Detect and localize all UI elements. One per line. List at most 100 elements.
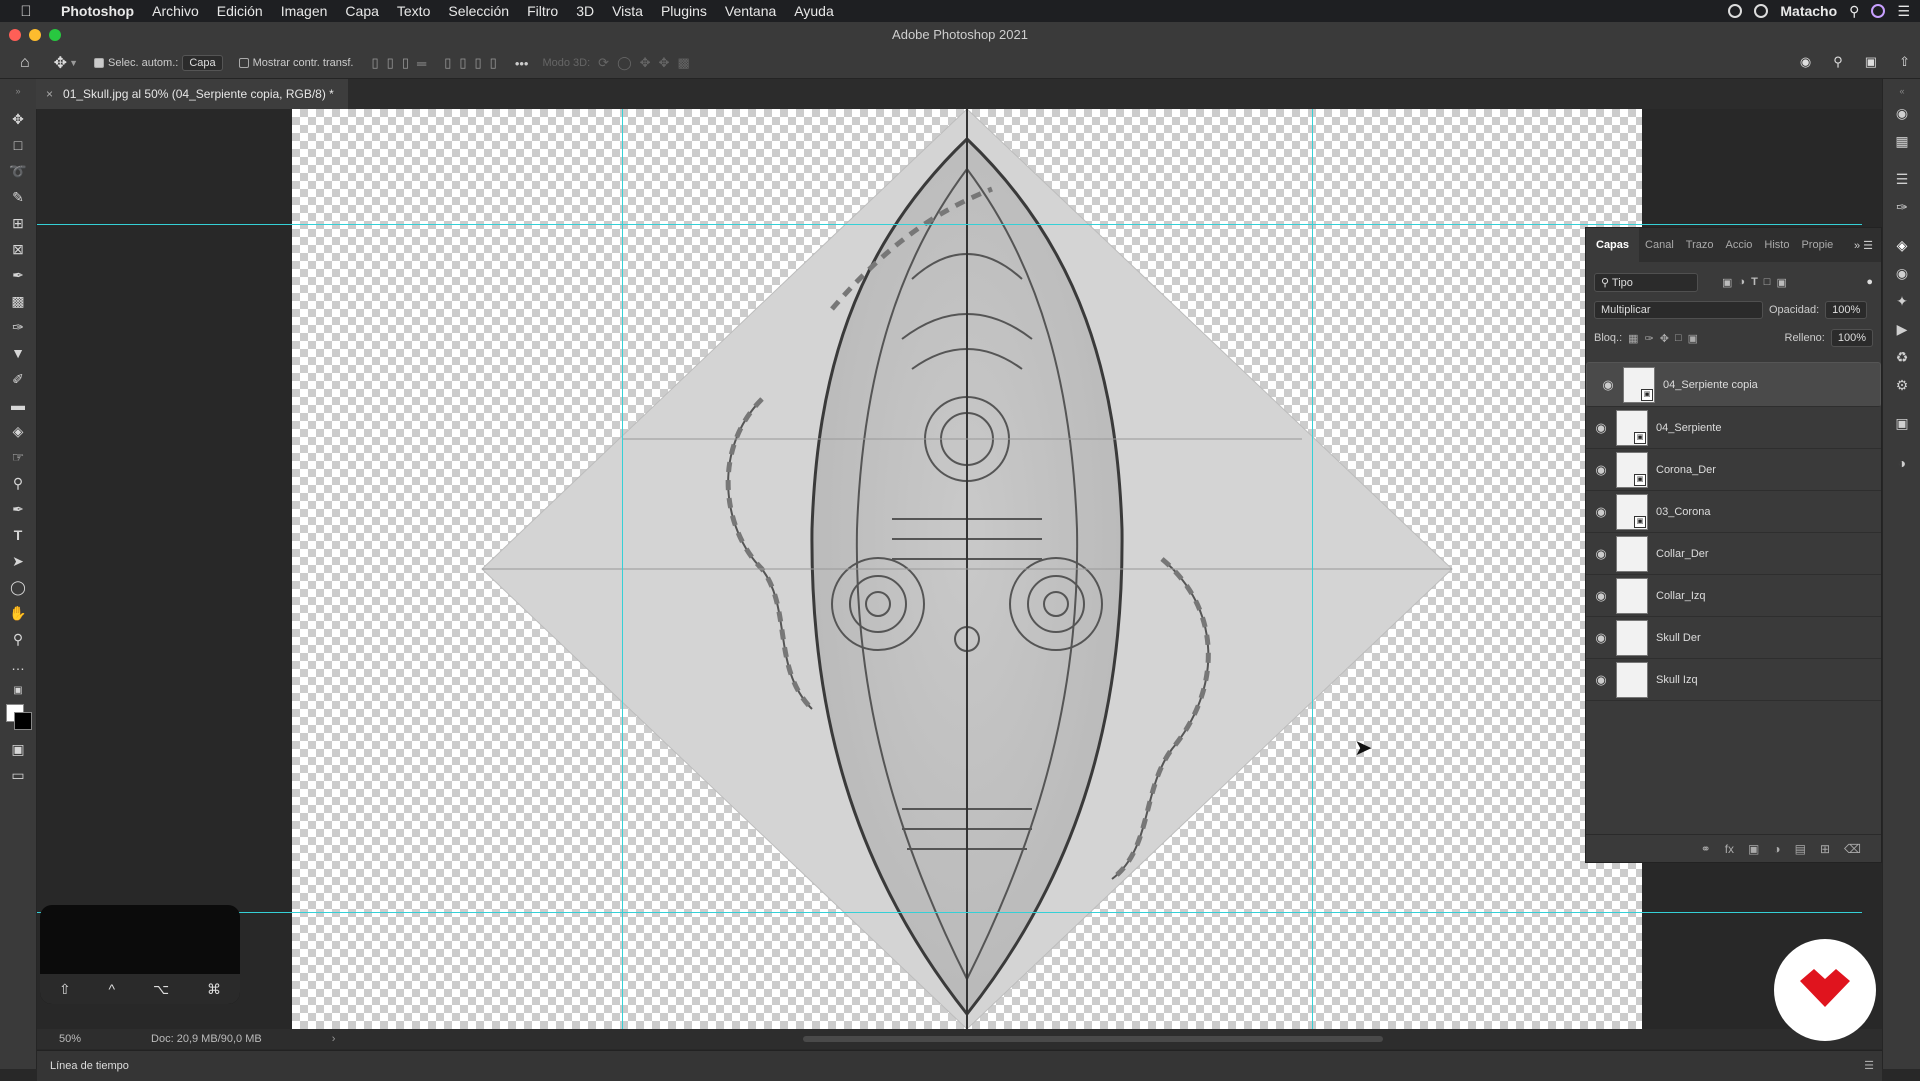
visibility-eye-icon[interactable]: ◉ — [1586, 630, 1616, 646]
learn-panel-icon[interactable]: ◑ — [1892, 453, 1912, 473]
layer-row[interactable]: ◉ Skull Izq — [1586, 659, 1881, 701]
tab-historia[interactable]: Histo — [1758, 239, 1795, 251]
align-top-icon[interactable]: ▯ — [444, 55, 451, 71]
status-menu-chevron-icon[interactable]: › — [332, 1033, 336, 1045]
lock-transparency-icon[interactable]: ▦ — [1628, 332, 1638, 345]
creative-cloud-icon[interactable] — [1754, 4, 1769, 18]
menu-filtro[interactable]: Filtro — [518, 3, 567, 19]
zoom-level[interactable]: 50% — [59, 1033, 81, 1045]
siri-icon[interactable] — [1871, 4, 1886, 18]
lock-position-icon[interactable]: ✥ — [1660, 332, 1669, 345]
lasso-tool-icon[interactable]: ➰ — [8, 161, 28, 181]
horizontal-guide[interactable] — [37, 224, 1862, 225]
show-transform-checkbox[interactable] — [238, 58, 249, 68]
more-tools-icon[interactable]: … — [8, 655, 28, 675]
visibility-eye-icon[interactable]: ◉ — [1586, 420, 1616, 436]
visibility-eye-icon[interactable]: ◉ — [1593, 377, 1623, 393]
quick-mask-icon[interactable]: ▣ — [8, 739, 28, 759]
align-right-icon[interactable]: ▯ — [402, 55, 409, 71]
path-selection-tool-icon[interactable]: ➤ — [8, 551, 28, 571]
filter-type-icon[interactable]: T — [1751, 276, 1758, 288]
smudge-tool-icon[interactable]: ☞ — [8, 447, 28, 467]
dodge-tool-icon[interactable]: ⚲ — [8, 473, 28, 493]
lock-image-icon[interactable]: ✑ — [1645, 332, 1654, 345]
lock-artboard-icon[interactable]: □ — [1675, 332, 1682, 344]
delete-layer-icon[interactable]: ⌫ — [1844, 842, 1861, 856]
new-layer-icon[interactable]: ⊞ — [1820, 842, 1830, 856]
search-icon[interactable]: ⚲ — [1833, 54, 1843, 70]
apple-icon[interactable]:  — [0, 3, 52, 20]
zoom-tool-icon[interactable]: ⚲ — [8, 629, 28, 649]
libraries-panel-icon[interactable]: ▣ — [1892, 413, 1912, 433]
visibility-eye-icon[interactable]: ◉ — [1586, 588, 1616, 604]
adjustments-panel-icon[interactable]: ☰ — [1892, 169, 1912, 189]
collapse-panel-icon[interactable]: » — [8, 81, 28, 101]
swatches-panel-icon[interactable]: ▦ — [1892, 131, 1912, 151]
hand-tool-icon[interactable]: ✋ — [8, 603, 28, 623]
paths-panel-icon[interactable]: ✦ — [1892, 291, 1912, 311]
spotlight-search-icon[interactable]: ⚲ — [1849, 3, 1859, 20]
share-people-icon[interactable]: ◉ — [1800, 54, 1811, 70]
crop-tool-icon[interactable]: ⊞ — [8, 213, 28, 233]
menu-archivo[interactable]: Archivo — [143, 3, 208, 19]
link-layers-icon[interactable]: ⚭ — [1701, 842, 1711, 856]
distribute-vertical-icon[interactable]: ▯ — [490, 55, 497, 71]
color-panel-icon[interactable]: ◉ — [1892, 103, 1912, 123]
visibility-eye-icon[interactable]: ◉ — [1586, 462, 1616, 478]
menu-3d[interactable]: 3D — [567, 3, 603, 19]
channels-panel-icon[interactable]: ◉ — [1892, 263, 1912, 283]
horizontal-scrollbar[interactable] — [803, 1036, 1383, 1042]
record-icon[interactable] — [1728, 4, 1743, 18]
tool-preset-chevron-icon[interactable]: ▼ — [69, 58, 78, 68]
type-tool-icon[interactable]: T — [8, 525, 28, 545]
visibility-eye-icon[interactable]: ◉ — [1586, 546, 1616, 562]
background-color-swatch[interactable] — [14, 712, 32, 730]
brush-tool-icon[interactable]: ✑ — [8, 317, 28, 337]
history-panel-icon[interactable]: ♻ — [1892, 347, 1912, 367]
layer-row[interactable]: ◉ Skull Der — [1586, 617, 1881, 659]
filter-adjustment-icon[interactable]: ◑ — [1738, 276, 1745, 288]
document-canvas[interactable] — [292, 109, 1642, 1029]
export-share-icon[interactable]: ⇧ — [1899, 54, 1910, 70]
vertical-guide[interactable] — [622, 109, 623, 1029]
menu-vista[interactable]: Vista — [603, 3, 652, 19]
marquee-tool-icon[interactable]: □ — [8, 135, 28, 155]
auto-select-dropdown[interactable]: Capa — [182, 55, 223, 71]
screen-mode-icon[interactable]: ▭ — [8, 765, 28, 785]
layer-row[interactable]: ◉ Collar_Izq — [1586, 575, 1881, 617]
align-center-icon[interactable]: ▯ — [387, 55, 394, 71]
menu-capa[interactable]: Capa — [336, 3, 387, 19]
filter-shape-icon[interactable]: □ — [1764, 276, 1771, 288]
frame-tool-icon[interactable]: ⊠ — [8, 239, 28, 259]
actions-panel-icon[interactable]: ▶ — [1892, 319, 1912, 339]
timeline-label[interactable]: Línea de tiempo — [50, 1060, 129, 1072]
visibility-eye-icon[interactable]: ◉ — [1586, 504, 1616, 520]
tab-canales[interactable]: Canal — [1639, 239, 1680, 251]
move-tool-icon[interactable]: ✥ — [54, 53, 67, 73]
layers-panel-icon[interactable]: ◈ — [1892, 235, 1912, 255]
blend-mode-dropdown[interactable]: Multiplicar — [1594, 301, 1763, 319]
tab-acciones[interactable]: Accio — [1720, 239, 1759, 251]
control-center-icon[interactable]: ☰ — [1897, 3, 1910, 20]
history-brush-tool-icon[interactable]: ✐ — [8, 369, 28, 389]
properties-panel-icon[interactable]: ⚙ — [1892, 375, 1912, 395]
close-window-icon[interactable] — [9, 29, 21, 41]
layer-row[interactable]: ◉ ▣ 03_Corona — [1586, 491, 1881, 533]
healing-brush-tool-icon[interactable]: ▩ — [8, 291, 28, 311]
menu-ventana[interactable]: Ventana — [716, 3, 785, 19]
layer-row[interactable]: ◉ ▣ 04_Serpiente copia — [1586, 362, 1881, 407]
layer-filter-dropdown[interactable]: ⚲ Tipo — [1594, 272, 1698, 292]
home-icon[interactable]: ⌂ — [20, 54, 30, 72]
eyedropper-tool-icon[interactable]: ✒ — [8, 265, 28, 285]
ellipse-tool-icon[interactable]: ◯ — [8, 577, 28, 597]
tab-capas[interactable]: Capas — [1586, 228, 1640, 262]
align-middle-icon[interactable]: ▯ — [459, 55, 466, 71]
new-group-icon[interactable]: ▤ — [1795, 842, 1806, 856]
clone-stamp-tool-icon[interactable]: ▼ — [8, 343, 28, 363]
layer-row[interactable]: ◉ Collar_Der — [1586, 533, 1881, 575]
align-bottom-icon[interactable]: ▯ — [475, 55, 482, 71]
fill-field[interactable]: 100% — [1830, 329, 1873, 347]
collapse-dock-icon[interactable]: « — [1892, 81, 1912, 101]
menu-user-name[interactable]: Matacho — [1780, 3, 1837, 19]
layer-row[interactable]: ◉ ▣ 04_Serpiente — [1586, 407, 1881, 449]
